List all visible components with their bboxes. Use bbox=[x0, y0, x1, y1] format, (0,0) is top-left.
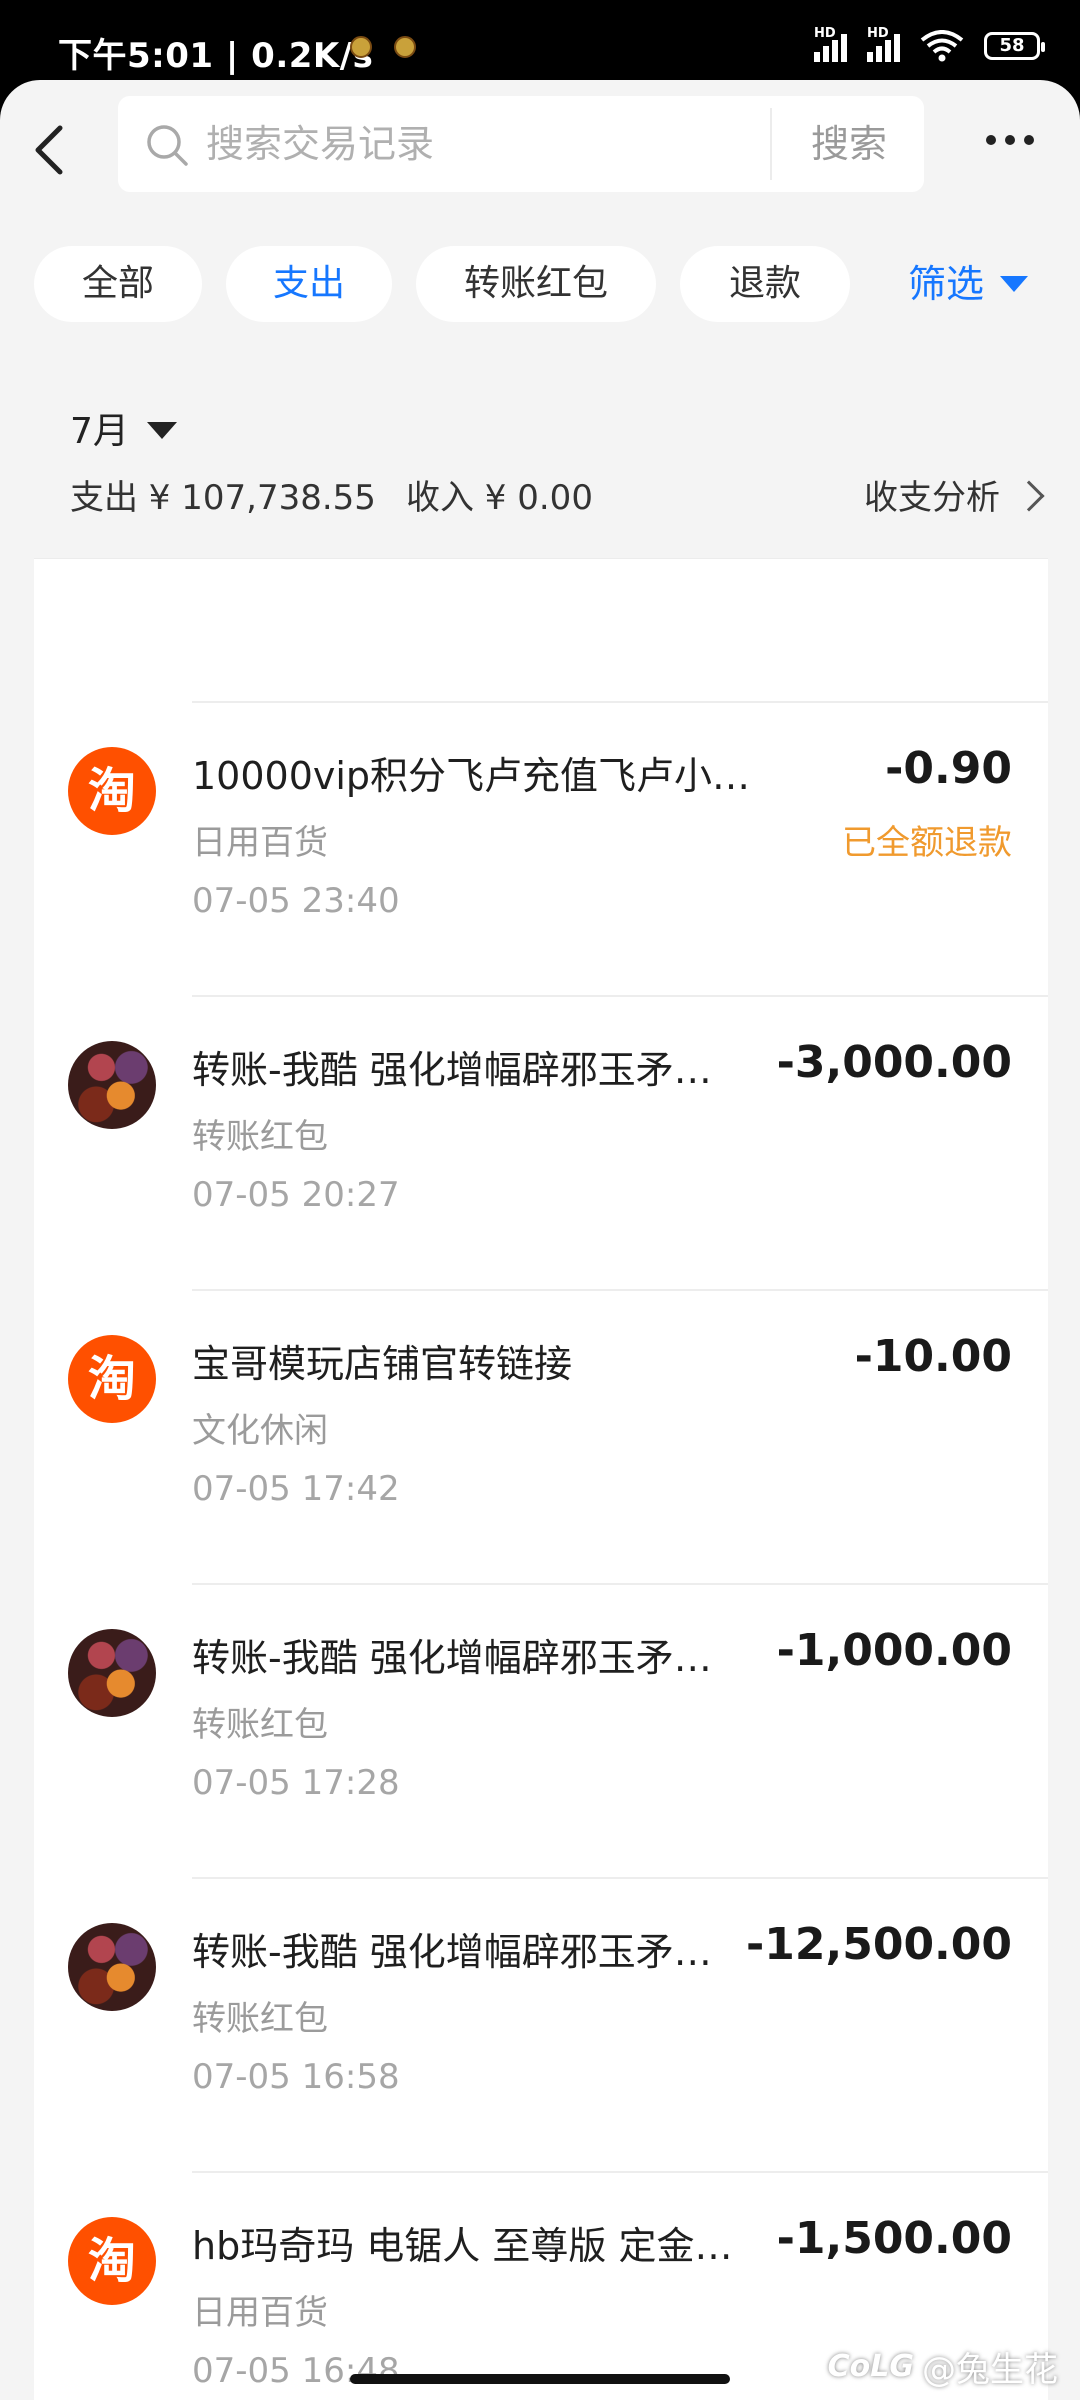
expense-total: 支出 ¥ 107,738.55 bbox=[70, 478, 376, 518]
transaction-title: hb玛奇玛 电锯人 至尊版 定金… bbox=[192, 2224, 733, 2267]
watermark: CoLG @兔生花 bbox=[828, 2342, 1058, 2391]
transaction-item[interactable]: 淘 10000vip积分飞卢充值飞卢小… 日用百货 07-05 23:40 -0… bbox=[34, 703, 1048, 997]
month-dropdown-icon bbox=[146, 421, 177, 439]
transaction-category: 日用百货 bbox=[192, 823, 328, 863]
chevron-right-icon bbox=[1013, 479, 1045, 512]
chip-transfer[interactable]: 转账红包 bbox=[416, 246, 656, 322]
watermark-logo: CoLG bbox=[827, 2349, 914, 2384]
transaction-category: 转账红包 bbox=[192, 1999, 328, 2039]
notification-app-icon bbox=[350, 36, 372, 58]
transaction-item[interactable]: 转账-我酷 强化增幅辟邪玉矛… 转账红包 07-05 20:27 -3,000.… bbox=[34, 997, 1048, 1291]
transaction-category: 转账红包 bbox=[192, 1117, 328, 1157]
chip-all[interactable]: 全部 bbox=[34, 246, 202, 322]
search-icon bbox=[147, 125, 188, 166]
taobao-icon: 淘 bbox=[68, 1335, 156, 1423]
chip-expense[interactable]: 支出 bbox=[226, 246, 392, 322]
search-input[interactable] bbox=[206, 114, 766, 174]
search-divider bbox=[770, 108, 772, 180]
transaction-amount: -10.00 bbox=[854, 1331, 1012, 1382]
transaction-title: 10000vip积分飞卢充值飞卢小… bbox=[192, 754, 751, 797]
home-indicator[interactable] bbox=[350, 2374, 730, 2384]
transaction-time: 07-05 17:42 bbox=[192, 1469, 400, 1509]
transaction-title: 宝哥模玩店铺官转链接 bbox=[192, 1342, 573, 1385]
filter-dropdown-icon bbox=[1000, 276, 1029, 292]
transaction-time: 07-05 20:27 bbox=[192, 1175, 400, 1215]
analysis-label: 收支分析 bbox=[864, 478, 1000, 518]
phone-screen: 下午5:01 | 0.2K/s HD HD 58 搜索交易记录 搜索 全部 支出… bbox=[0, 0, 1080, 2400]
user-avatar-icon bbox=[68, 1629, 156, 1717]
transaction-amount: -3,000.00 bbox=[776, 1037, 1012, 1088]
taobao-icon: 淘 bbox=[68, 2217, 156, 2305]
filter-label: 筛选 bbox=[908, 262, 985, 306]
more-options-icon[interactable] bbox=[986, 135, 1034, 145]
month-summary: 支出 ¥ 107,738.55 收入 ¥ 0.00 收支分析 bbox=[70, 470, 1050, 530]
transaction-time: 07-05 23:40 bbox=[192, 881, 400, 921]
analysis-link[interactable]: 收支分析 bbox=[864, 470, 1045, 519]
filter-chips: 全部 支出 转账红包 退款 筛选 bbox=[34, 246, 1080, 322]
transaction-status: 已全额退款 bbox=[842, 823, 1012, 863]
top-bar: 搜索 bbox=[0, 80, 1080, 210]
transaction-amount: -0.90 bbox=[885, 743, 1012, 794]
transaction-time: 07-05 17:28 bbox=[192, 1763, 400, 1803]
search-button[interactable]: 搜索 bbox=[774, 96, 924, 192]
system-icons: HD HD 58 bbox=[814, 26, 1045, 62]
user-avatar-icon bbox=[68, 1041, 156, 1129]
taobao-icon: 淘 bbox=[68, 747, 156, 835]
transaction-title: 转账-我酷 强化增幅辟邪玉矛… bbox=[192, 1048, 712, 1091]
signal-hd-label: HD bbox=[867, 26, 889, 41]
transaction-title: 转账-我酷 强化增幅辟邪玉矛… bbox=[192, 1636, 712, 1679]
transaction-time: 07-05 16:58 bbox=[192, 2057, 400, 2097]
month-selector[interactable]: 7月 bbox=[70, 402, 177, 454]
user-avatar-icon bbox=[68, 1923, 156, 2011]
notification-icons bbox=[350, 36, 416, 58]
back-icon[interactable] bbox=[30, 120, 70, 180]
transaction-amount: -1,500.00 bbox=[776, 2213, 1012, 2264]
income-total: 收入 ¥ 0.00 bbox=[406, 478, 593, 518]
signal-icon: HD bbox=[814, 26, 847, 62]
watermark-text: @兔生花 bbox=[922, 2350, 1058, 2390]
transaction-amount: -1,000.00 bbox=[776, 1625, 1012, 1676]
transaction-item[interactable]: 转账-我酷 强化增幅辟邪玉矛… 转账红包 07-05 16:58 -12,500… bbox=[34, 1879, 1048, 2173]
chip-refund[interactable]: 退款 bbox=[680, 246, 850, 322]
battery-icon: 58 bbox=[984, 32, 1045, 60]
status-time-speed: 下午5:01 | 0.2K/s bbox=[58, 36, 374, 76]
transaction-item[interactable]: 转账-我酷 强化增幅辟邪玉矛… 转账红包 07-05 17:28 -1,000.… bbox=[34, 1585, 1048, 1879]
search-box: 搜索 bbox=[118, 96, 924, 192]
transaction-amount: -12,500.00 bbox=[746, 1919, 1012, 1970]
status-bar: 下午5:01 | 0.2K/s HD HD 58 bbox=[0, 0, 1080, 82]
notification-app-icon bbox=[394, 36, 416, 58]
bill-page: 搜索 全部 支出 转账红包 退款 筛选 7月 支出 ¥ 107,738.55 收… bbox=[0, 80, 1080, 2400]
transaction-category: 转账红包 bbox=[192, 1705, 328, 1745]
transaction-category: 日用百货 bbox=[192, 2293, 328, 2333]
transaction-category: 文化休闲 bbox=[192, 1411, 328, 1451]
signal-hd-label: HD bbox=[814, 26, 836, 41]
transaction-time: 07-05 16:48 bbox=[192, 2351, 400, 2391]
month-label: 7月 bbox=[70, 411, 129, 452]
signal-icon: HD bbox=[867, 26, 900, 62]
transaction-title: 转账-我酷 强化增幅辟邪玉矛… bbox=[192, 1930, 712, 1973]
wifi-icon bbox=[920, 30, 964, 62]
transaction-item[interactable]: 淘 宝哥模玩店铺官转链接 文化休闲 07-05 17:42 -10.00 bbox=[34, 1291, 1048, 1585]
filter-button[interactable]: 筛选 bbox=[908, 246, 1029, 322]
transaction-list: 淘 10000vip积分飞卢充值飞卢小… 日用百货 07-05 23:40 -0… bbox=[34, 558, 1048, 2400]
